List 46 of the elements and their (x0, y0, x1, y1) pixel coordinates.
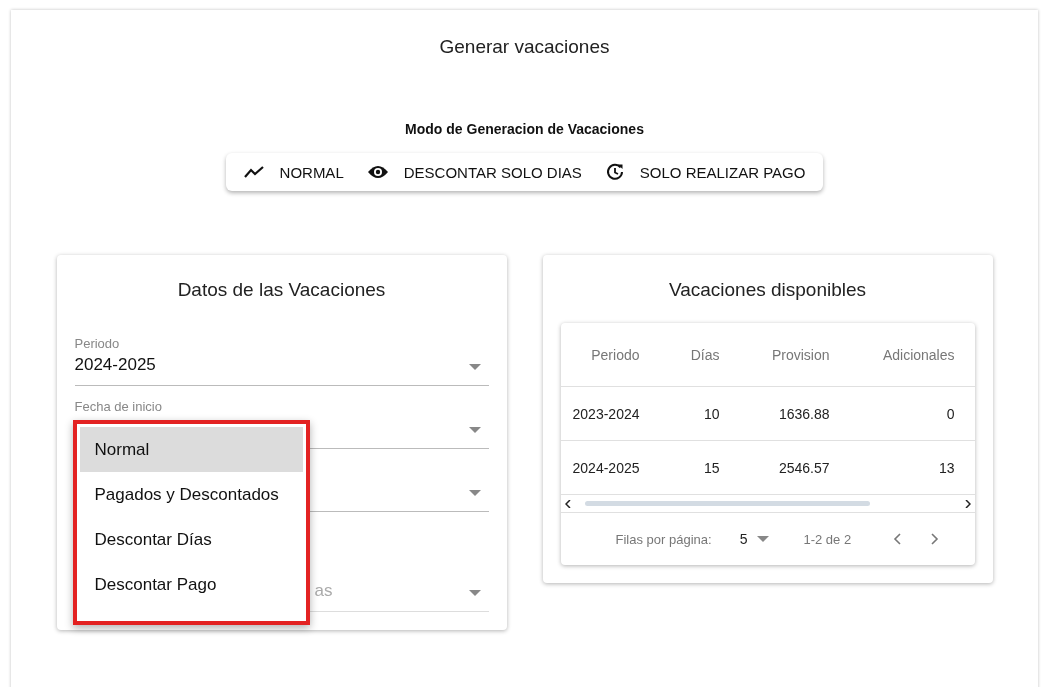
column-header: Periodo (590, 346, 641, 363)
card-title: Vacaciones disponibles (667, 279, 868, 301)
mode-toggle-button[interactable]: DESCONTAR SOLO DIAS (355, 153, 594, 191)
menu-item[interactable]: Descontar Pago (79, 562, 303, 607)
menu-item[interactable]: Normal (79, 427, 303, 472)
previous-page-button[interactable] (893, 533, 902, 545)
dropdown-caret-icon (468, 364, 481, 370)
dropdown-caret-icon (757, 536, 770, 542)
mode-toggle-button[interactable]: SOLO REALIZAR PAGO (593, 153, 818, 191)
table-cell-text: 15 (702, 459, 721, 476)
select-field[interactable]: Periodo 2024-2025 (74, 323, 489, 386)
table-cell-text: 2546.57 (777, 459, 831, 476)
mode-label: Modo de Generacion de Vacaciones (405, 121, 644, 137)
table-cell-text: 2024-2025 (571, 459, 641, 476)
mode-toggle-button[interactable]: NORMAL (231, 153, 356, 191)
field-value: 2024-2025 (74, 355, 156, 375)
menu-item[interactable]: Pagados y Descontados (79, 472, 303, 517)
chevron-right-icon (931, 533, 940, 545)
field-label: Fecha de inicio (74, 399, 162, 414)
trend-line-icon (243, 165, 264, 179)
page-range: 1-2 de 2 (803, 531, 852, 547)
chevron-left-icon (893, 533, 902, 545)
table-cell-text: 1636.88 (777, 405, 831, 422)
card-title: Datos de las Vacaciones (176, 279, 387, 301)
scroll-right-icon[interactable] (964, 499, 971, 508)
dropdown-caret-icon (468, 427, 481, 433)
dropdown-caret-icon (468, 490, 481, 496)
eye-icon (367, 165, 388, 179)
dropdown-caret-icon (468, 590, 481, 596)
rows-per-page-select[interactable]: 5 (739, 531, 770, 547)
field-label: Periodo (74, 336, 120, 351)
scroll-left-icon[interactable] (564, 499, 571, 508)
rows-per-page-label: Filas por página: (615, 531, 712, 547)
next-page-button[interactable] (931, 533, 940, 545)
table-cell-text: 10 (702, 405, 721, 422)
page-title: Generar vacaciones (439, 36, 610, 58)
table-cell-text: 13 (937, 459, 956, 476)
table-cell-text: 2023-2024 (571, 405, 641, 422)
column-header: Adicionales (881, 346, 956, 363)
scrollbar-thumb[interactable] (584, 501, 870, 506)
history-icon (605, 163, 624, 181)
table-cell-text: 0 (945, 405, 956, 422)
column-header: Provision (770, 346, 831, 363)
field-value: as (314, 581, 333, 601)
column-header: Días (689, 346, 721, 363)
menu-item[interactable]: Descontar Días (79, 517, 303, 562)
